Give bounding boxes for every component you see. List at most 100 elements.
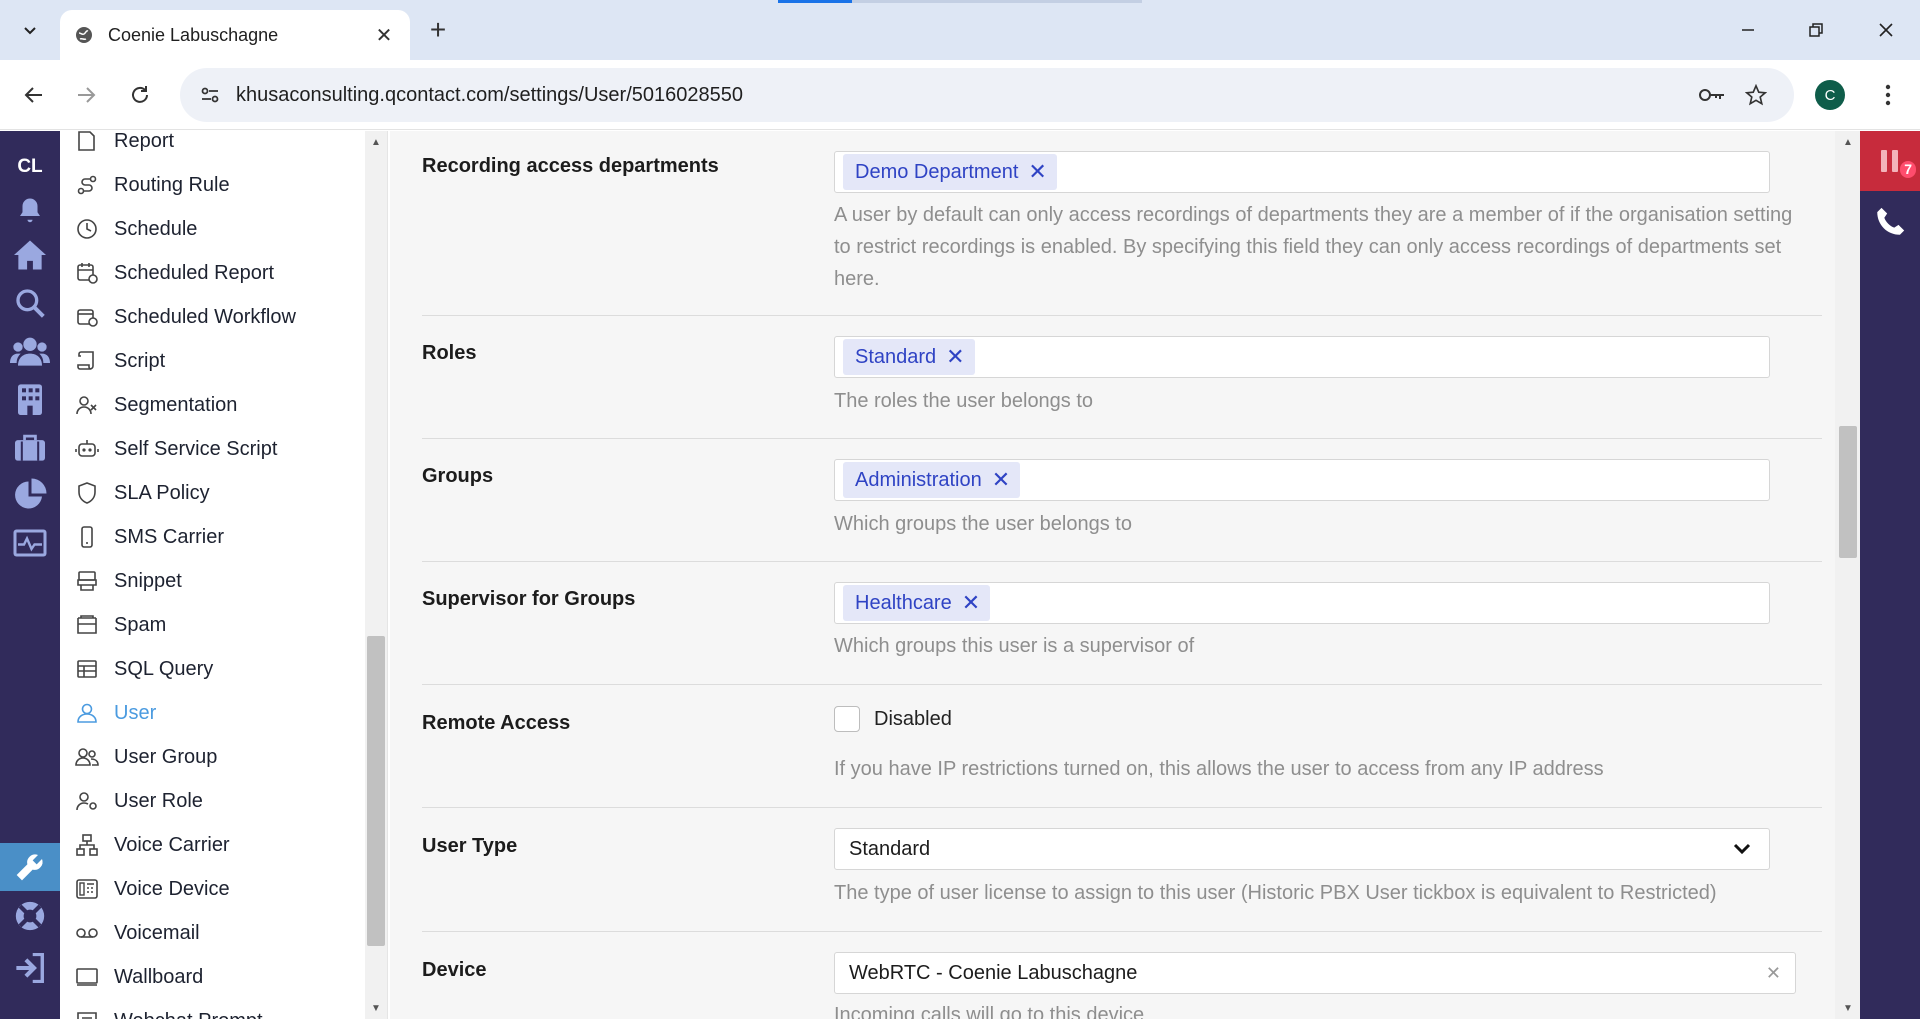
groups-label: Groups	[422, 465, 494, 487]
new-tab-button[interactable]: +	[422, 14, 454, 46]
sidebar-item-voice-device[interactable]: Voice Device	[60, 867, 365, 911]
sidebar-item-sla-policy[interactable]: SLA Policy	[60, 471, 365, 515]
minimize-icon	[1742, 29, 1754, 31]
sidebar-item-label: User Group	[114, 745, 218, 768]
roles-field[interactable]: Standard ✕	[834, 336, 1770, 378]
queue-button[interactable]: 7	[1860, 131, 1920, 191]
sidebar-item-self-service-script[interactable]: Self Service Script	[60, 427, 365, 471]
sidebar-item-schedule[interactable]: Schedule	[60, 207, 365, 251]
sidebar-item-routing-rule[interactable]: Routing Rule	[60, 163, 365, 207]
sidebar-item-label: User	[114, 701, 157, 724]
home-icon	[14, 240, 46, 270]
cases-button[interactable]	[0, 423, 60, 471]
main-scroll-thumb[interactable]	[1839, 426, 1857, 558]
roles-help: The roles the user belongs to	[834, 390, 1094, 412]
sidebar-scroll-thumb[interactable]	[367, 636, 385, 946]
sidebar-item-webchat-prompt[interactable]: Webchat Prompt	[60, 999, 365, 1019]
device-field[interactable]: WebRTC - Coenie Labuschagne ✕	[834, 952, 1796, 994]
help-button[interactable]	[0, 891, 60, 941]
roles-row: Roles Standard ✕ The roles the user belo…	[422, 316, 1822, 439]
close-window-button[interactable]	[1862, 10, 1910, 50]
restore-button[interactable]	[1792, 10, 1840, 50]
sidebar-item-sms-carrier[interactable]: SMS Carrier	[60, 515, 365, 559]
scroll-down-arrow[interactable]: ▼	[365, 999, 387, 1017]
sidebar-item-scheduled-workflow[interactable]: Scheduled Workflow	[60, 295, 365, 339]
star-icon	[1745, 84, 1767, 106]
reload-button[interactable]	[118, 73, 162, 117]
routing-icon	[74, 172, 100, 198]
user-role-icon	[74, 788, 100, 814]
groups-field[interactable]: Administration ✕	[834, 459, 1770, 501]
back-button[interactable]	[12, 73, 56, 117]
sidebar-item-user-group[interactable]: User Group	[60, 735, 365, 779]
monitoring-button[interactable]	[0, 519, 60, 567]
sidebar-item-voicemail[interactable]: Voicemail	[60, 911, 365, 955]
device-help: Incoming calls will go to this device	[834, 1004, 1145, 1019]
user-type-select[interactable]: Standard	[834, 828, 1770, 870]
bookmark-button[interactable]	[1734, 73, 1778, 117]
logout-button[interactable]	[0, 943, 60, 993]
organisations-button[interactable]	[0, 375, 60, 423]
sidebar-item-script[interactable]: Script	[60, 339, 365, 383]
remove-tag-icon[interactable]: ✕	[962, 590, 980, 616]
search-button[interactable]	[0, 279, 60, 327]
tune-icon	[201, 87, 219, 103]
settings-button[interactable]	[0, 843, 60, 891]
settings-main: Recording access departments Demo Depart…	[390, 131, 1860, 1019]
tag-label: Standard	[855, 345, 937, 368]
password-manager-button[interactable]	[1690, 73, 1734, 117]
tab-close-button[interactable]: ✕	[372, 23, 396, 47]
scroll-down-arrow[interactable]: ▼	[1837, 999, 1859, 1017]
supervisor-groups-field[interactable]: Healthcare ✕	[834, 582, 1770, 624]
arrow-right-icon	[78, 87, 96, 103]
remote-access-checkbox[interactable]	[834, 706, 860, 732]
minimize-button[interactable]	[1724, 10, 1772, 50]
snippet-icon	[74, 568, 100, 594]
user-menu[interactable]: CL	[0, 143, 60, 191]
groups-help: Which groups the user belongs to	[834, 513, 1132, 535]
site-info-button[interactable]	[190, 75, 230, 115]
scroll-up-arrow[interactable]: ▲	[365, 133, 387, 151]
sidebar-item-sql-query[interactable]: SQL Query	[60, 647, 365, 691]
sidebar-scrollbar[interactable]: ▲ ▼	[365, 131, 387, 1019]
building-icon	[18, 384, 42, 415]
remove-tag-icon[interactable]: ✕	[946, 344, 964, 370]
user-initials: CL	[17, 156, 43, 177]
profile-avatar[interactable]: C	[1815, 80, 1845, 110]
browser-tab[interactable]: Coenie Labuschagne ✕	[60, 10, 410, 60]
remove-tag-icon[interactable]: ✕	[1028, 159, 1046, 185]
phone-button[interactable]	[1860, 195, 1920, 249]
clear-icon[interactable]: ✕	[1766, 963, 1781, 984]
globe-icon	[76, 27, 92, 43]
address-bar[interactable]: khusaconsulting.qcontact.com/settings/Us…	[180, 68, 1794, 122]
sidebar-item-spam[interactable]: Spam	[60, 603, 365, 647]
forward-button[interactable]	[64, 73, 108, 117]
reports-button[interactable]	[0, 471, 60, 519]
main-scrollbar[interactable]: ▲ ▼	[1835, 131, 1860, 1019]
contacts-button[interactable]	[0, 327, 60, 375]
sidebar-item-snippet[interactable]: Snippet	[60, 559, 365, 603]
sidebar-item-scheduled-report[interactable]: Scheduled Report	[60, 251, 365, 295]
sidebar-item-voice-carrier[interactable]: Voice Carrier	[60, 823, 365, 867]
sidebar-item-report[interactable]: Report	[60, 131, 365, 163]
sidebar-item-wallboard[interactable]: Wallboard	[60, 955, 365, 999]
home-button[interactable]	[0, 231, 60, 279]
remove-tag-icon[interactable]: ✕	[992, 467, 1010, 493]
groups-tag: Administration ✕	[843, 462, 1021, 498]
device-value: WebRTC - Coenie Labuschagne	[849, 961, 1138, 984]
recording-access-field[interactable]: Demo Department ✕	[834, 151, 1770, 193]
supervisor-groups-help: Which groups this user is a supervisor o…	[834, 635, 1195, 657]
reload-icon	[132, 86, 148, 103]
sidebar-item-user-role[interactable]: User Role	[60, 779, 365, 823]
sidebar-item-segmentation[interactable]: Segmentation	[60, 383, 365, 427]
key-icon	[1699, 89, 1724, 101]
browser-menu-button[interactable]	[1868, 75, 1908, 115]
scroll-up-arrow[interactable]: ▲	[1837, 133, 1859, 151]
notifications-button[interactable]	[0, 187, 60, 235]
sidebar-item-user[interactable]: User	[60, 691, 365, 735]
sidebar-item-label: Voicemail	[114, 921, 200, 944]
shield-icon	[74, 480, 100, 506]
workflow-icon	[74, 304, 100, 330]
sidebar-item-label: SMS Carrier	[114, 525, 225, 548]
tab-search-button[interactable]	[10, 12, 50, 48]
